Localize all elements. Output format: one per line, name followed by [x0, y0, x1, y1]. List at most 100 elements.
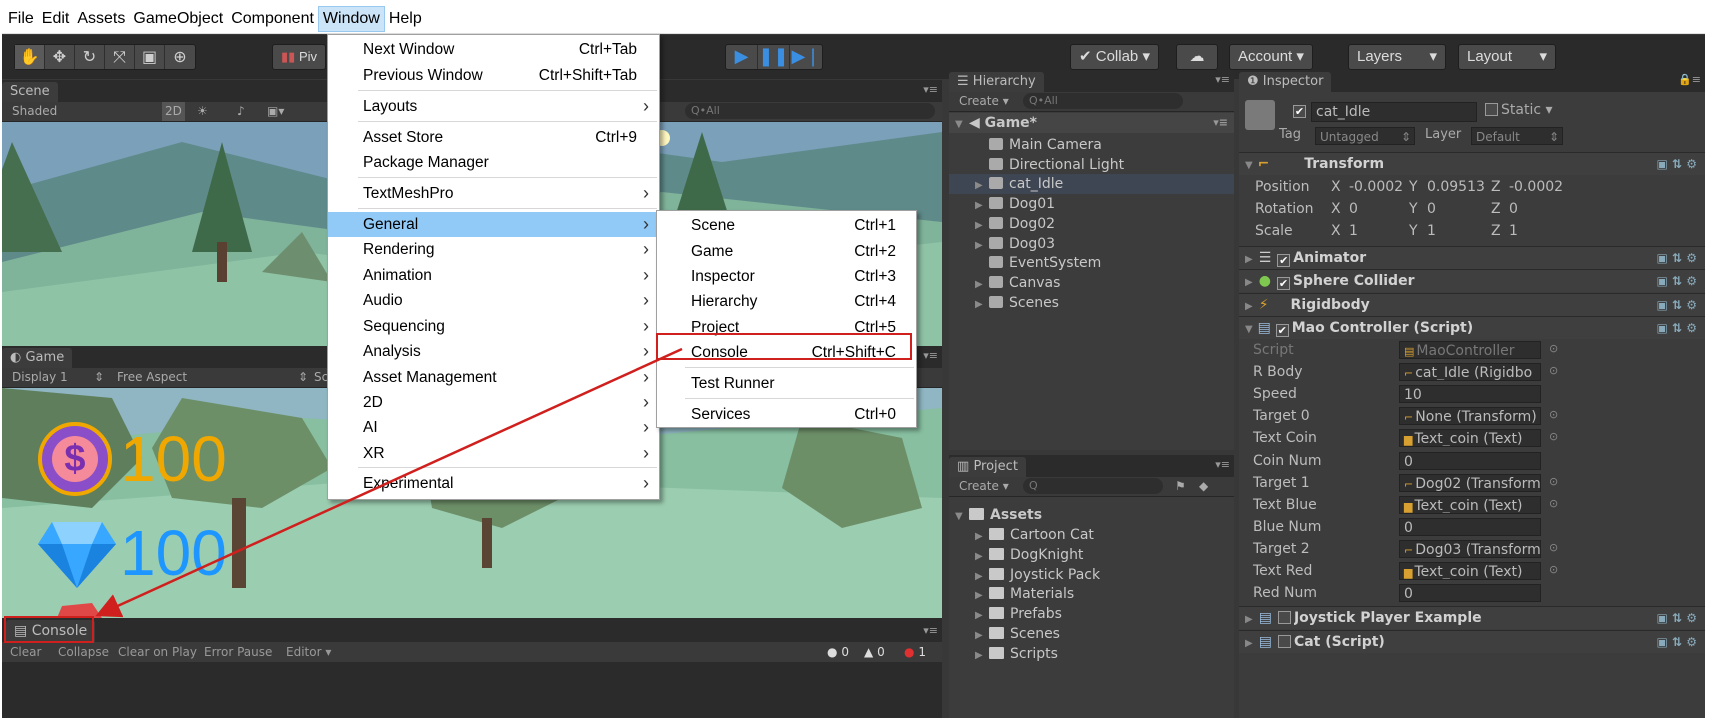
menu-item-package-manager[interactable]: Package Manager	[328, 150, 659, 175]
rotate-tool-icon[interactable]: ↻	[75, 45, 105, 69]
component-settings-icon[interactable]: ▣ ⇅ ⚙	[1656, 317, 1697, 340]
console-error-pause-button[interactable]: Error Pause	[204, 642, 272, 662]
project-folder-scenes[interactable]: ▶ Scenes	[949, 624, 1234, 644]
pause-icon[interactable]: ❚❚	[758, 45, 790, 69]
mao-controller-header[interactable]: ▼ ▤ ✔ Mao Controller (Script) ▣ ⇅ ⚙	[1239, 316, 1705, 339]
submenu-item-inspector[interactable]: Inspector Ctrl+3	[657, 264, 916, 289]
filter-by-type-icon[interactable]: ⚑	[1175, 477, 1186, 496]
component-settings-icon[interactable]: ▣ ⇅ ⚙	[1656, 247, 1697, 270]
hierarchy-item-eventsystem[interactable]: EventSystem	[949, 253, 1234, 273]
field-text-coin-value[interactable]: ▆ Text_coin (Text)	[1399, 429, 1541, 448]
menu-item-rendering[interactable]: Rendering ›	[328, 237, 659, 262]
tab-inspector[interactable]: ❶ Inspector	[1239, 72, 1332, 92]
object-picker-icon[interactable]: ⊙	[1549, 430, 1558, 443]
tab-project[interactable]: ▥ Project	[949, 457, 1026, 477]
joystick-player-example-header[interactable]: ▶ ▤ Joystick Player Example ▣ ⇅ ⚙	[1239, 606, 1705, 629]
step-icon[interactable]: ▶❘	[790, 45, 822, 69]
transform-rotation-z-field[interactable]: 0	[1505, 200, 1565, 218]
scene-menu-icon[interactable]: ▾≡	[1213, 113, 1228, 133]
field-speed-value[interactable]: 10	[1399, 385, 1541, 404]
submenu-item-test-runner[interactable]: Test Runner	[657, 371, 916, 396]
layout-dropdown[interactable]: Layout ▾	[1458, 44, 1556, 70]
layers-dropdown[interactable]: Layers ▾	[1348, 44, 1446, 70]
transform-component-header[interactable]: ▼ ⌐ Transform ▣ ⇅ ⚙	[1239, 152, 1705, 175]
active-checkbox[interactable]: ✔	[1293, 102, 1309, 118]
hierarchy-item-directional-light[interactable]: Directional Light	[949, 155, 1234, 175]
submenu-item-hierarchy[interactable]: Hierarchy Ctrl+4	[657, 289, 916, 314]
object-picker-icon[interactable]: ⊙	[1549, 364, 1558, 377]
tab-scene[interactable]: Scene	[2, 82, 58, 102]
component-settings-icon[interactable]: ▣ ⇅ ⚙	[1656, 294, 1697, 317]
panel-menu-icon[interactable]: ▾≡	[1215, 458, 1230, 471]
panel-lock-icon[interactable]: 🔒≡	[1678, 73, 1701, 86]
panel-menu-icon[interactable]: ▾≡	[923, 83, 938, 96]
scene-root-row[interactable]: ▼ ◀ Game* ▾≡	[949, 113, 1234, 133]
display-dropdown[interactable]: Display 1	[12, 368, 68, 387]
hierarchy-item-dog02[interactable]: ▶ Dog02	[949, 214, 1234, 234]
transform-position-z-field[interactable]: -0.0002	[1505, 178, 1565, 196]
effects-toggle-icon[interactable]: ▣▾	[267, 102, 284, 121]
enabled-checkbox[interactable]: ✔	[1277, 254, 1291, 267]
transform-tool-icon[interactable]: ⊕	[165, 45, 195, 69]
menu-item-next-window[interactable]: Next Window Ctrl+Tab	[328, 37, 659, 62]
hierarchy-item-scenes[interactable]: ▶ Scenes	[949, 293, 1234, 313]
menu-item-textmeshpro[interactable]: TextMeshPro ›	[328, 181, 659, 206]
project-folder-joystick-pack[interactable]: ▶ Joystick Pack	[949, 565, 1234, 585]
submenu-item-services[interactable]: Services Ctrl+0	[657, 402, 916, 427]
expand-arrow-icon[interactable]: ▼	[955, 115, 969, 135]
panel-menu-icon[interactable]: ▾≡	[923, 349, 938, 362]
hierarchy-item-cat_idle[interactable]: ▶ cat_Idle	[949, 174, 1234, 195]
field-target-0-value[interactable]: ⌐ None (Transform)	[1399, 407, 1541, 426]
field-script-value[interactable]: ▤ MaoController	[1399, 341, 1541, 359]
console-editor-dropdown[interactable]: Editor ▾	[286, 642, 331, 662]
menu-item-general[interactable]: General ›	[328, 212, 659, 237]
object-picker-icon[interactable]: ⊙	[1549, 541, 1558, 554]
submenu-item-scene[interactable]: Scene Ctrl+1	[657, 213, 916, 238]
transform-rotation-y-field[interactable]: 0	[1423, 200, 1487, 218]
layer-dropdown[interactable]: Default ⇕	[1471, 127, 1563, 145]
menu-item-animation[interactable]: Animation ›	[328, 263, 659, 288]
project-folder-dogknight[interactable]: ▶ DogKnight	[949, 545, 1234, 565]
field-text-blue-value[interactable]: ▆ Text_coin (Text)	[1399, 495, 1541, 514]
component-settings-icon[interactable]: ▣ ⇅ ⚙	[1656, 607, 1697, 630]
menu-item-analysis[interactable]: Analysis ›	[328, 339, 659, 364]
scene-search-input[interactable]: Q•All	[685, 103, 935, 119]
field-red-num-value[interactable]: 0	[1399, 584, 1541, 603]
transform-scale-x-field[interactable]: 1	[1345, 222, 1409, 240]
tag-dropdown[interactable]: Untagged ⇕	[1315, 127, 1415, 145]
shading-mode-dropdown[interactable]: Shaded	[12, 102, 57, 121]
lighting-toggle-icon[interactable]: ☀	[197, 102, 208, 121]
account-dropdown[interactable]: Account ▾	[1229, 44, 1313, 70]
collab-dropdown[interactable]: ✔ Collab ▾	[1070, 44, 1159, 70]
project-folder-scripts[interactable]: ▶ Scripts	[949, 644, 1234, 664]
field-target-1-value[interactable]: ⌐ Dog02 (Transform	[1399, 473, 1541, 492]
console-warn-count[interactable]: ▲ 0	[864, 642, 885, 662]
cloud-button[interactable]: ☁	[1176, 44, 1218, 70]
project-folder-cartoon-cat[interactable]: ▶ Cartoon Cat	[949, 525, 1234, 545]
project-folder-prefabs[interactable]: ▶ Prefabs	[949, 604, 1234, 624]
menu-assets[interactable]: Assets	[73, 6, 129, 32]
transform-scale-z-field[interactable]: 1	[1505, 222, 1565, 240]
component-settings-icon[interactable]: ▣ ⇅ ⚙	[1656, 270, 1697, 293]
component-settings-icon[interactable]: ▣ ⇅ ⚙	[1656, 153, 1697, 176]
menu-item-experimental[interactable]: Experimental ›	[328, 471, 659, 496]
menu-item-asset-management[interactable]: Asset Management ›	[328, 365, 659, 390]
hierarchy-search-input[interactable]: Q•All	[1023, 93, 1183, 109]
panel-menu-icon[interactable]: ▾≡	[923, 624, 938, 637]
project-create-dropdown[interactable]: Create ▾	[959, 477, 1009, 496]
menu-item-asset-store[interactable]: Asset Store Ctrl+9	[328, 125, 659, 150]
menu-item-ai[interactable]: AI ›	[328, 415, 659, 440]
menu-item-layouts[interactable]: Layouts ›	[328, 94, 659, 119]
console-info-count[interactable]: ● 0	[827, 642, 849, 662]
menu-component[interactable]: Component	[227, 6, 318, 32]
animator-component-header[interactable]: ▶ ☰ ✔ Animator ▣ ⇅ ⚙	[1239, 246, 1705, 269]
tab-hierarchy[interactable]: ☰ Hierarchy	[949, 72, 1044, 92]
transform-position-y-field[interactable]: 0.09513	[1423, 178, 1487, 196]
move-tool-icon[interactable]: ✥	[45, 45, 75, 69]
component-settings-icon[interactable]: ▣ ⇅ ⚙	[1656, 631, 1697, 654]
static-toggle[interactable]: Static ▾	[1485, 102, 1553, 118]
play-icon[interactable]: ▶	[726, 45, 758, 69]
menu-item-2d[interactable]: 2D ›	[328, 390, 659, 415]
hierarchy-item-dog03[interactable]: ▶ Dog03	[949, 234, 1234, 254]
project-folder-materials[interactable]: ▶ Materials	[949, 584, 1234, 604]
